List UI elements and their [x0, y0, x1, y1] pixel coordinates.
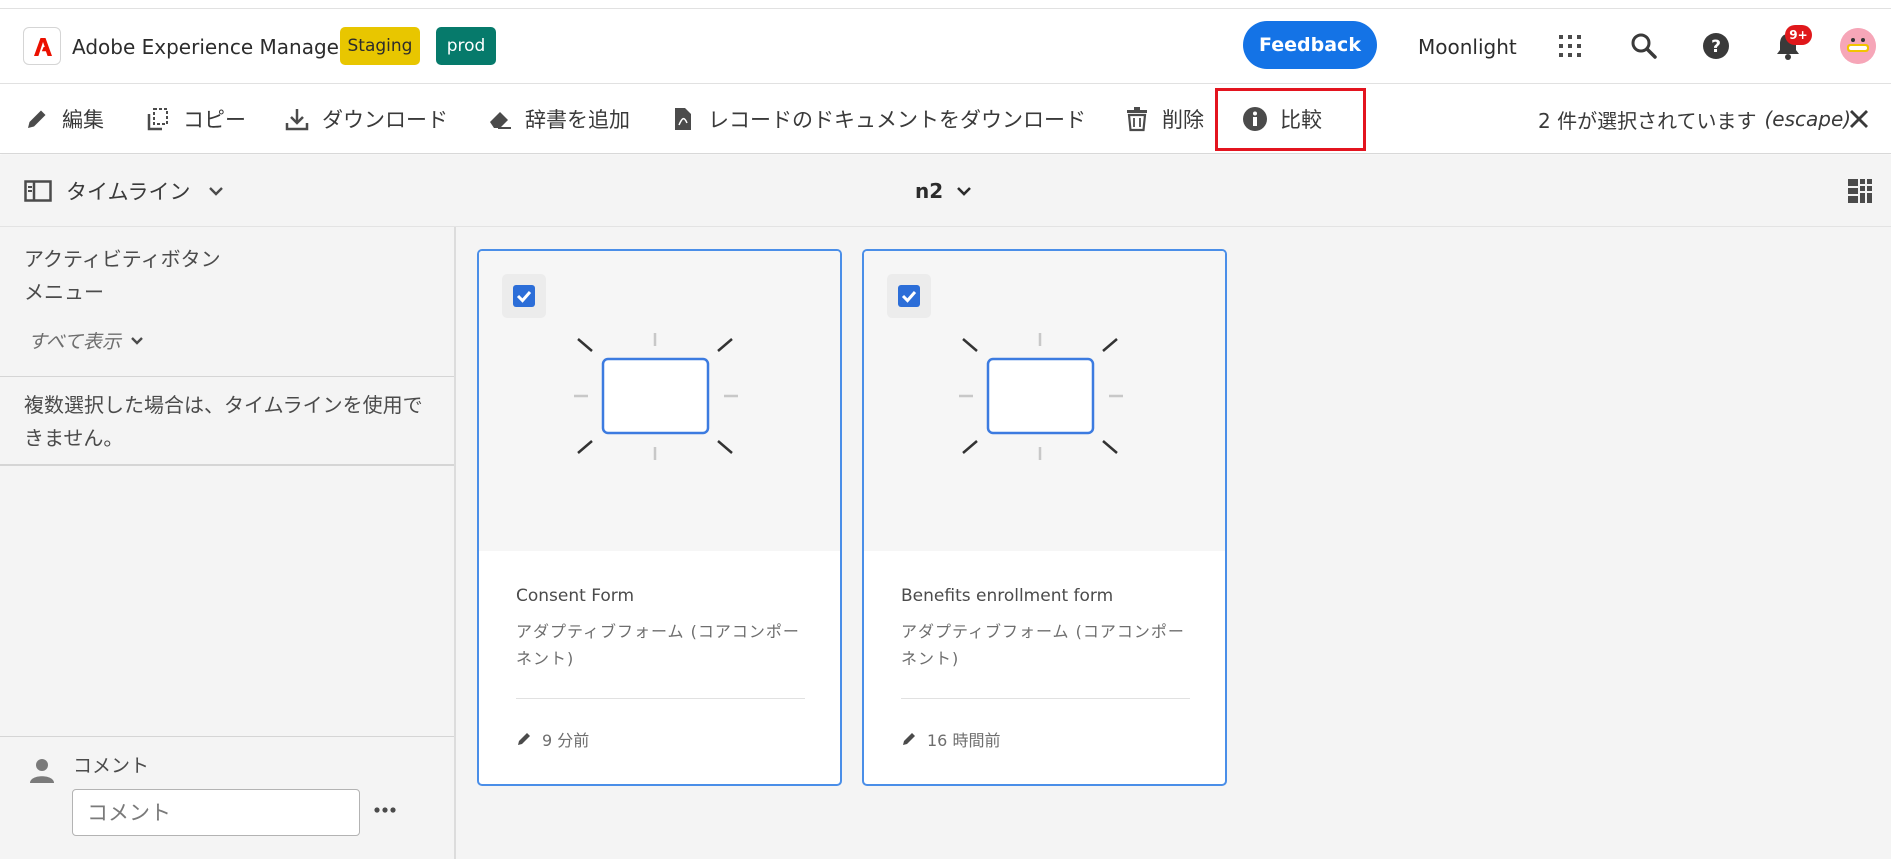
divider	[0, 464, 454, 466]
comment-label: コメント	[73, 755, 150, 777]
edit-button[interactable]: 編集	[24, 84, 104, 154]
left-rail: アクティビティボタン メニュー すべて表示 複数選択した場合は、タイムラインを使…	[0, 227, 456, 859]
divider	[0, 736, 454, 737]
card-modified-time: 9 分前	[542, 731, 590, 750]
checkbox-checked-icon	[898, 285, 920, 307]
download-record-document-button[interactable]: レコードのドキュメントをダウンロード	[670, 84, 1086, 154]
form-placeholder-icon	[959, 331, 1129, 475]
card-checkbox[interactable]	[502, 274, 546, 318]
download-record-document-label: レコードのドキュメントをダウンロード	[708, 108, 1086, 132]
download-button[interactable]: ダウンロード	[284, 84, 448, 154]
breadcrumb-current: n2	[915, 179, 944, 203]
comment-input[interactable]	[72, 789, 360, 836]
card-type: アダプティブフォーム (コアコンポーネント)	[901, 622, 1185, 668]
notification-count-badge: 9+	[1785, 25, 1812, 45]
adobe-logo[interactable]	[23, 27, 61, 65]
selection-count-text: 2 件が選択されています	[1538, 108, 1757, 133]
trash-icon	[1127, 107, 1147, 132]
show-all-label: すべて表示	[28, 331, 121, 353]
chevron-down-icon	[208, 187, 223, 196]
chevron-down-icon	[131, 336, 143, 345]
asset-card[interactable]: Benefits enrollment form アダプティブフォーム (コアコ…	[862, 249, 1227, 786]
delete-label: 削除	[1162, 108, 1204, 132]
more-options-icon[interactable]	[372, 797, 398, 823]
staging-badge: Staging	[340, 27, 420, 65]
show-all-toggle[interactable]: すべて表示	[28, 327, 145, 354]
download-label: ダウンロード	[322, 108, 448, 132]
app-header: Adobe Experience Manager Staging prod Fe…	[0, 9, 1891, 84]
pdf-file-icon	[675, 108, 691, 130]
compare-highlight-box	[1215, 88, 1366, 151]
feedback-button[interactable]: Feedback	[1243, 21, 1377, 69]
rail-view-switcher[interactable]: タイムライン	[24, 155, 239, 227]
eraser-icon	[490, 112, 511, 129]
rail-title-line1: アクティビティボタン	[24, 247, 221, 271]
card-title: Benefits enrollment form	[901, 586, 1114, 606]
asset-card[interactable]: Consent Form アダプティブフォーム (コアコンポーネント) 9 分前	[477, 249, 842, 786]
card-grid: Consent Form アダプティブフォーム (コアコンポーネント) 9 分前	[456, 227, 1891, 859]
adobe-logo-icon	[34, 38, 52, 56]
card-modified: 9 分前	[516, 727, 589, 751]
add-dictionary-label: 辞書を追加	[525, 108, 630, 132]
checkbox-checked-icon	[513, 285, 535, 307]
chevron-down-icon	[957, 187, 972, 196]
user-avatar[interactable]	[1840, 28, 1876, 64]
timeline-unavailable-message: 複数選択した場合は、タイムラインを使用できません。	[24, 393, 423, 450]
copy-label: コピー	[183, 108, 246, 132]
view-switcher-icon[interactable]	[1848, 179, 1872, 203]
card-type: アダプティブフォーム (コアコンポーネント)	[516, 622, 800, 668]
copy-button[interactable]: コピー	[145, 84, 246, 154]
form-placeholder-icon	[574, 331, 744, 475]
rail-panel-icon	[24, 180, 52, 202]
top-strip	[0, 0, 1891, 9]
download-icon	[285, 109, 309, 131]
card-thumbnail	[864, 251, 1225, 551]
content-subheader: タイムライン n2	[0, 155, 1891, 227]
prod-badge: prod	[436, 27, 496, 65]
help-icon[interactable]: ?	[1699, 29, 1733, 63]
user-icon	[28, 757, 56, 789]
divider	[901, 698, 1190, 699]
apps-grid-icon[interactable]	[1553, 29, 1587, 63]
edit-label: 編集	[62, 108, 104, 132]
divider	[0, 376, 454, 377]
card-checkbox[interactable]	[887, 274, 931, 318]
add-dictionary-button[interactable]: 辞書を追加	[487, 84, 630, 154]
svg-text:?: ?	[1711, 37, 1721, 57]
pencil-icon	[518, 733, 530, 745]
close-selection-icon[interactable]	[1846, 106, 1872, 132]
rail-title: アクティビティボタン メニュー	[24, 243, 221, 309]
card-thumbnail	[479, 251, 840, 551]
divider	[516, 698, 805, 699]
app-name[interactable]: Adobe Experience Manager	[72, 35, 347, 59]
card-title: Consent Form	[516, 586, 635, 606]
card-modified-time: 16 時間前	[927, 731, 1001, 750]
card-modified: 16 時間前	[901, 727, 1000, 751]
copy-icon	[147, 108, 168, 131]
pencil-icon	[28, 110, 46, 128]
search-icon[interactable]	[1627, 29, 1661, 63]
escape-hint: (escape)	[1764, 107, 1852, 131]
rail-view-label: タイムライン	[66, 180, 191, 204]
rail-title-line2: メニュー	[24, 280, 104, 304]
pencil-icon	[903, 733, 915, 745]
org-switcher[interactable]: Moonlight	[1418, 35, 1517, 59]
selection-count: 2 件が選択されています (escape)	[1538, 84, 1851, 154]
breadcrumb[interactable]: n2	[915, 155, 973, 227]
delete-button[interactable]: 削除	[1124, 84, 1204, 154]
selection-action-bar: 編集 コピー ダウンロード 辞書を追加 レコードのドキュメントをダウンロード 削…	[0, 84, 1891, 154]
